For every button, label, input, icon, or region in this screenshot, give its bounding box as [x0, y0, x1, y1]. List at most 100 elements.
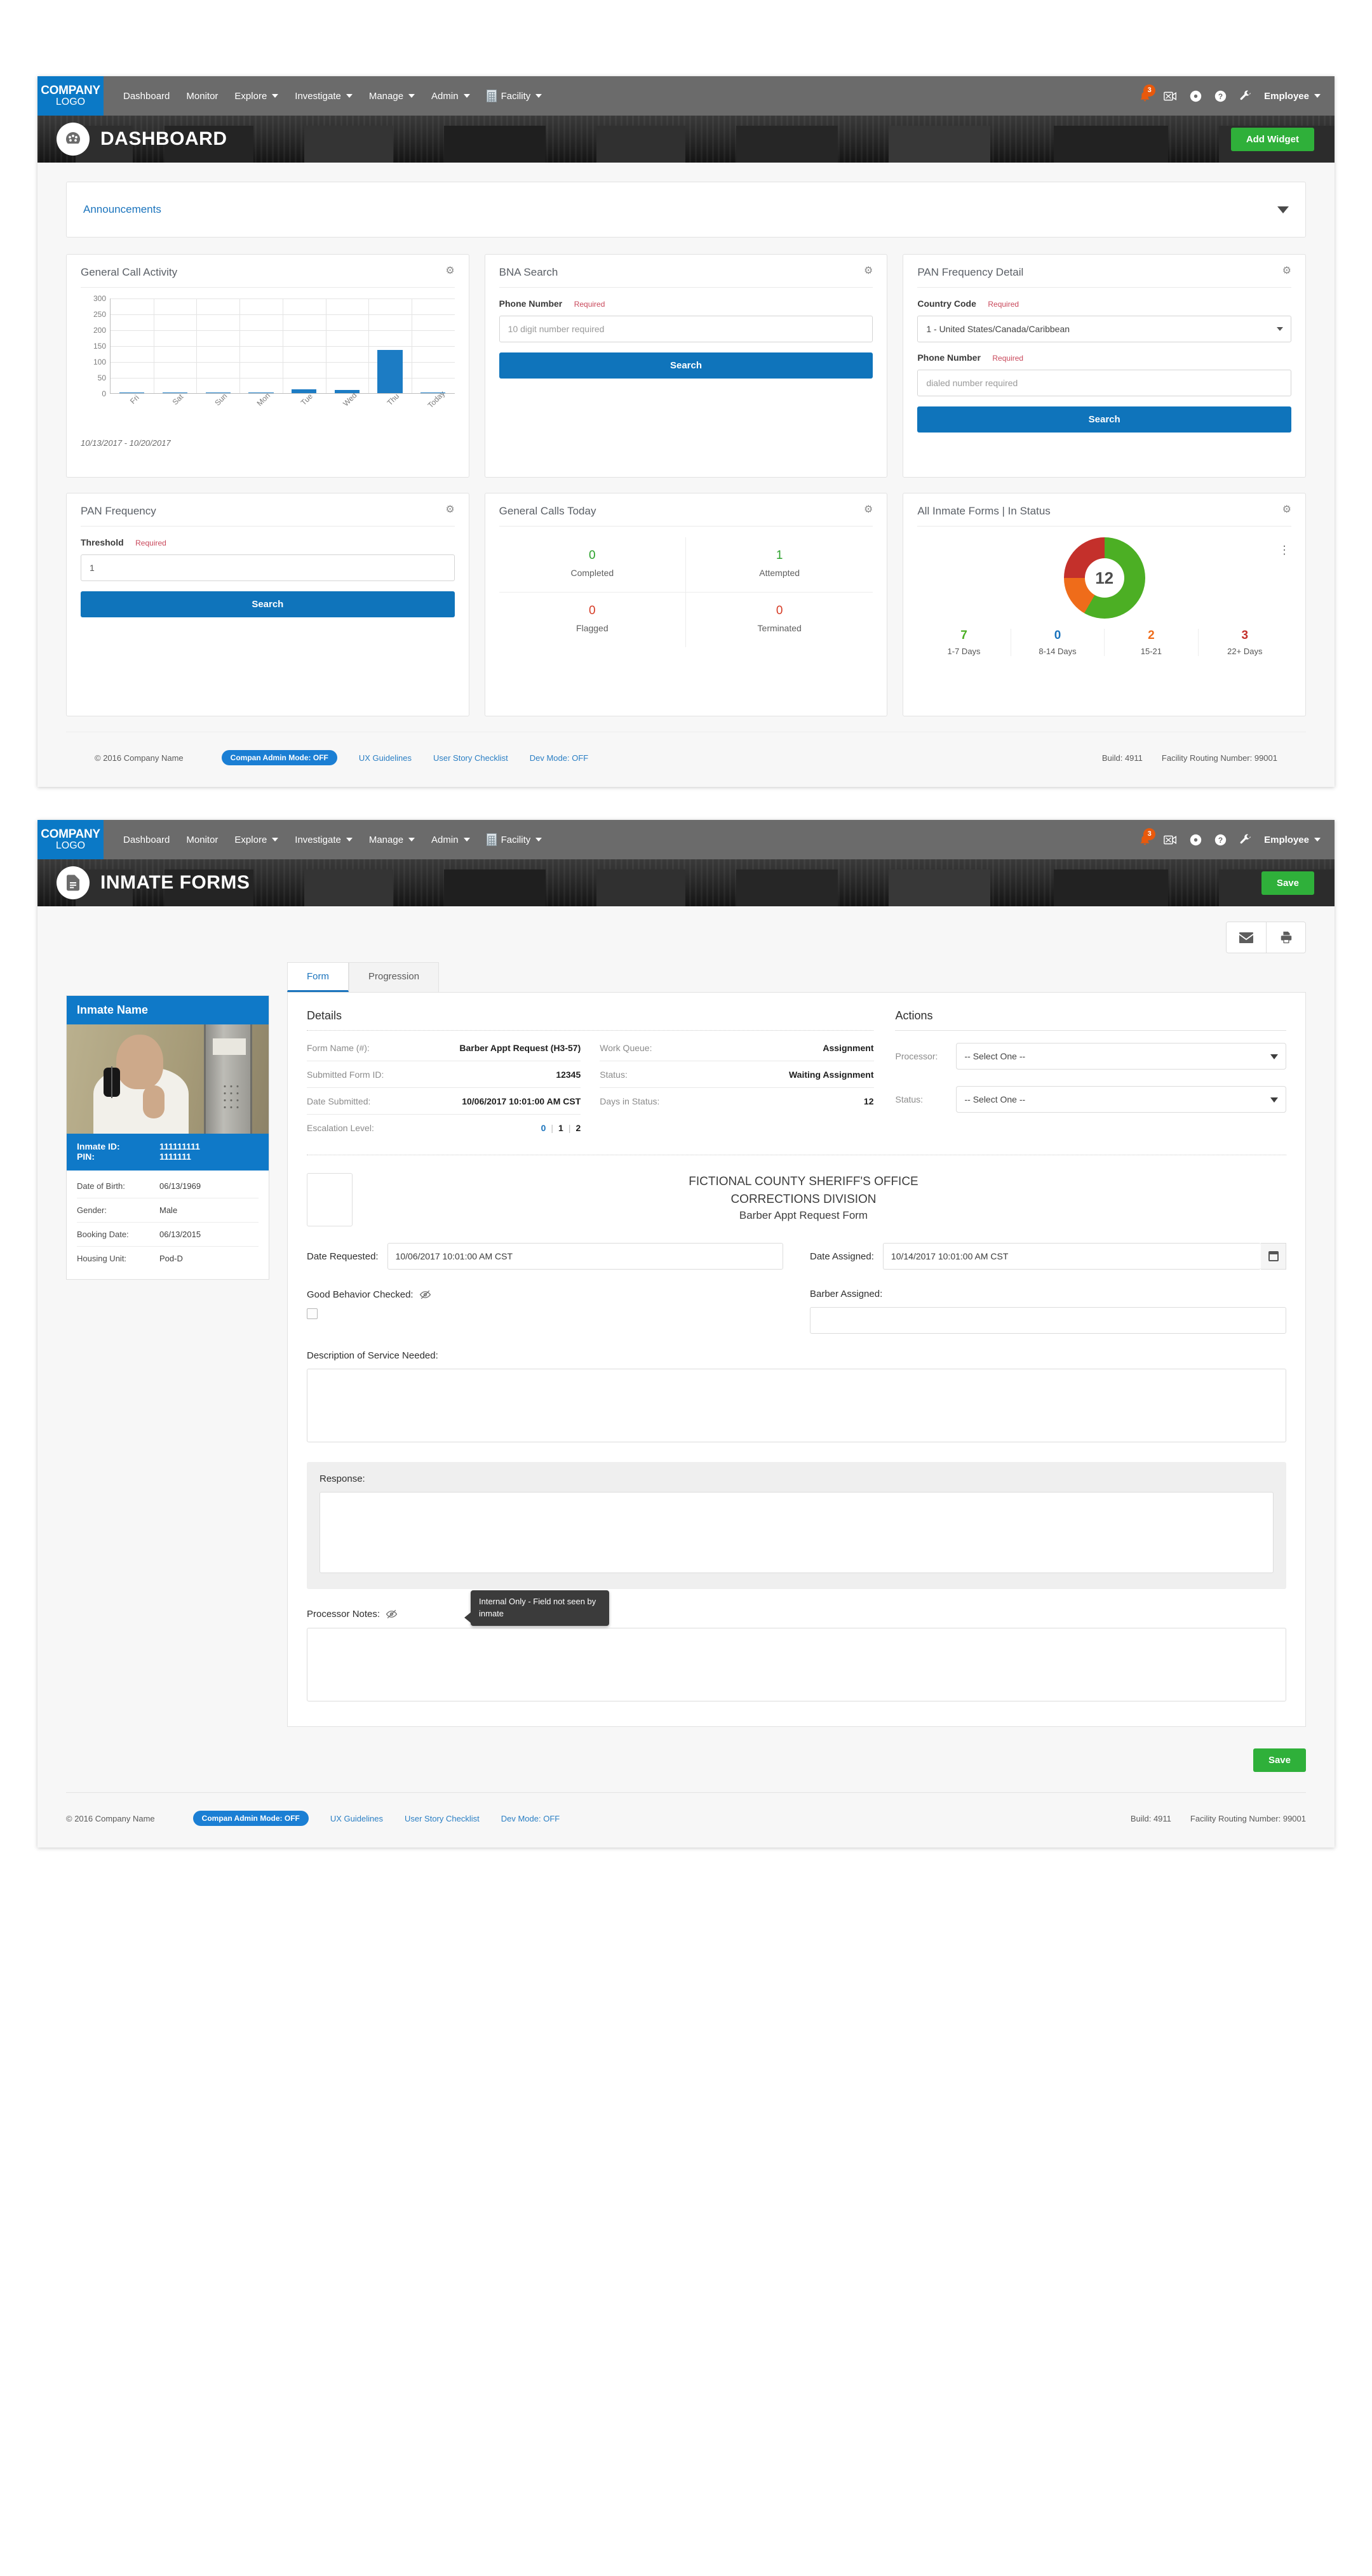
footer-link-ux-guidelines[interactable]: UX Guidelines: [359, 753, 412, 763]
dashboard-navbar: COMPANY LOGO Dashboard Monitor Explore I…: [37, 76, 1335, 116]
more-options-icon[interactable]: ⋮: [1279, 544, 1290, 556]
donut-legend-item[interactable]: 0 8-14 Days: [1011, 629, 1105, 656]
footer-link-ux-guidelines[interactable]: UX Guidelines: [330, 1814, 383, 1823]
escalation-level-2[interactable]: 2: [575, 1123, 581, 1133]
detail-row-form-name: Form Name (#): Barber Appt Request (H3-5…: [307, 1035, 581, 1061]
chart-bar: [248, 392, 274, 393]
video-off-icon[interactable]: [1164, 91, 1177, 102]
nav-item-investigate[interactable]: Investigate: [286, 76, 361, 116]
gear-icon[interactable]: ⚙: [864, 505, 873, 515]
nav-right-actions: 3 ? Employee: [1139, 76, 1335, 116]
email-icon[interactable]: [1227, 922, 1266, 953]
footer-link-user-story-checklist[interactable]: User Story Checklist: [433, 753, 508, 763]
country-code-select[interactable]: 1 - United States/Canada/Caribbean: [917, 316, 1292, 342]
required-marker: Required: [988, 300, 1019, 309]
user-menu[interactable]: Employee: [1264, 91, 1321, 102]
inmate-pin-value: 1111111: [159, 1151, 191, 1162]
admin-mode-pill[interactable]: Compan Admin Mode: OFF: [221, 750, 337, 765]
record-icon[interactable]: [1190, 90, 1202, 102]
company-logo[interactable]: COMPANY LOGO: [37, 76, 104, 116]
eye-off-icon[interactable]: [419, 1289, 431, 1301]
document-titles: FICTIONAL COUNTY SHERIFF'S OFFICE CORREC…: [372, 1173, 1286, 1224]
gear-icon[interactable]: ⚙: [445, 505, 454, 515]
donut-center-total: 12: [1084, 558, 1124, 598]
good-behavior-label-row: Good Behavior Checked:: [307, 1289, 783, 1301]
nav-item-manage[interactable]: Manage: [361, 820, 423, 859]
chart-bar: [420, 392, 446, 393]
pan-phone-input[interactable]: [917, 370, 1292, 396]
chevron-down-icon[interactable]: [1277, 206, 1289, 213]
threshold-input[interactable]: [81, 554, 455, 581]
save-button-top[interactable]: Save: [1261, 871, 1314, 895]
company-logo[interactable]: COMPANY LOGO: [37, 820, 104, 859]
nav-item-dashboard[interactable]: Dashboard: [115, 820, 178, 859]
save-button-bottom[interactable]: Save: [1253, 1748, 1306, 1772]
good-behavior-checkbox[interactable]: [307, 1308, 318, 1319]
date-assigned-input[interactable]: [882, 1243, 1261, 1270]
nav-item-manage[interactable]: Manage: [361, 76, 423, 116]
user-menu[interactable]: Employee: [1264, 835, 1321, 845]
description-group: Description of Service Needed:: [307, 1350, 1286, 1446]
footer-link-user-story-checklist[interactable]: User Story Checklist: [405, 1814, 480, 1823]
donut-legend-value: 3: [1241, 629, 1249, 642]
barber-assigned-input[interactable]: [810, 1307, 1286, 1334]
page-title: DASHBOARD: [100, 128, 227, 149]
nav-item-facility[interactable]: Facility: [478, 76, 551, 116]
record-icon[interactable]: [1190, 834, 1202, 846]
gear-icon[interactable]: ⚙: [864, 266, 873, 276]
admin-mode-pill[interactable]: Compan Admin Mode: OFF: [192, 1811, 309, 1826]
wrench-icon[interactable]: [1239, 90, 1251, 102]
description-textarea[interactable]: [307, 1369, 1286, 1442]
gear-icon[interactable]: ⚙: [1282, 505, 1291, 515]
detail-value: Waiting Assignment: [788, 1070, 874, 1080]
gear-icon[interactable]: ⚙: [1282, 266, 1291, 276]
calendar-icon[interactable]: [1261, 1243, 1286, 1270]
pan-frequency-search-button[interactable]: Search: [81, 591, 455, 617]
wrench-icon[interactable]: [1239, 834, 1251, 846]
toolbar-button-group: [1226, 922, 1306, 953]
stat-completed: 0 Completed: [499, 537, 686, 593]
meta-label: Booking Date:: [77, 1230, 129, 1239]
nav-item-monitor[interactable]: Monitor: [178, 820, 226, 859]
nav-item-facility[interactable]: Facility: [478, 820, 551, 859]
nav-item-explore[interactable]: Explore: [226, 820, 286, 859]
status-select[interactable]: -- Select One --: [956, 1086, 1286, 1113]
tab-form[interactable]: Form: [287, 962, 349, 992]
response-textarea[interactable]: [319, 1492, 1274, 1573]
nav-item-dashboard[interactable]: Dashboard: [115, 76, 178, 116]
help-icon[interactable]: ?: [1214, 90, 1227, 102]
announcements-panel[interactable]: Announcements: [66, 182, 1306, 238]
print-icon[interactable]: [1266, 922, 1305, 953]
bna-phone-input[interactable]: [499, 316, 873, 342]
processor-notes-textarea[interactable]: [307, 1628, 1286, 1701]
donut-legend-item[interactable]: 3 22+ Days: [1199, 629, 1291, 656]
help-icon[interactable]: ?: [1214, 834, 1227, 846]
donut-legend-item[interactable]: 2 15-21: [1105, 629, 1199, 656]
save-row-bottom: Save: [37, 1727, 1335, 1772]
nav-item-admin[interactable]: Admin: [423, 820, 478, 859]
nav-item-monitor[interactable]: Monitor: [178, 76, 226, 116]
bell-icon[interactable]: 3: [1139, 828, 1156, 846]
footer-link-dev-mode[interactable]: Dev Mode: OFF: [501, 1814, 560, 1823]
video-off-icon[interactable]: [1164, 835, 1177, 845]
donut-legend-value: 2: [1148, 629, 1155, 642]
gear-icon[interactable]: ⚙: [445, 266, 454, 276]
form-tab-panel: Details Form Name (#): Barber Appt Reque…: [287, 992, 1306, 1727]
donut-legend-item[interactable]: 7 1-7 Days: [917, 629, 1011, 656]
processor-select[interactable]: -- Select One --: [956, 1043, 1286, 1070]
nav-item-investigate[interactable]: Investigate: [286, 820, 361, 859]
widget-title: PAN Frequency: [81, 505, 156, 517]
nav-item-admin[interactable]: Admin: [423, 76, 478, 116]
footer-link-dev-mode[interactable]: Dev Mode: OFF: [530, 753, 588, 763]
processor-row: Processor: -- Select One --: [895, 1035, 1286, 1078]
pan-detail-search-button[interactable]: Search: [917, 406, 1292, 433]
bell-icon[interactable]: 3: [1139, 84, 1156, 102]
tab-progression[interactable]: Progression: [349, 962, 440, 992]
nav-item-explore[interactable]: Explore: [226, 76, 286, 116]
escalation-level-0[interactable]: 0: [541, 1123, 546, 1133]
eye-off-icon[interactable]: [386, 1608, 398, 1620]
escalation-level-1[interactable]: 1: [558, 1123, 563, 1133]
date-requested-input[interactable]: [387, 1243, 783, 1270]
add-widget-button[interactable]: Add Widget: [1230, 127, 1314, 151]
bna-search-button[interactable]: Search: [499, 352, 873, 379]
